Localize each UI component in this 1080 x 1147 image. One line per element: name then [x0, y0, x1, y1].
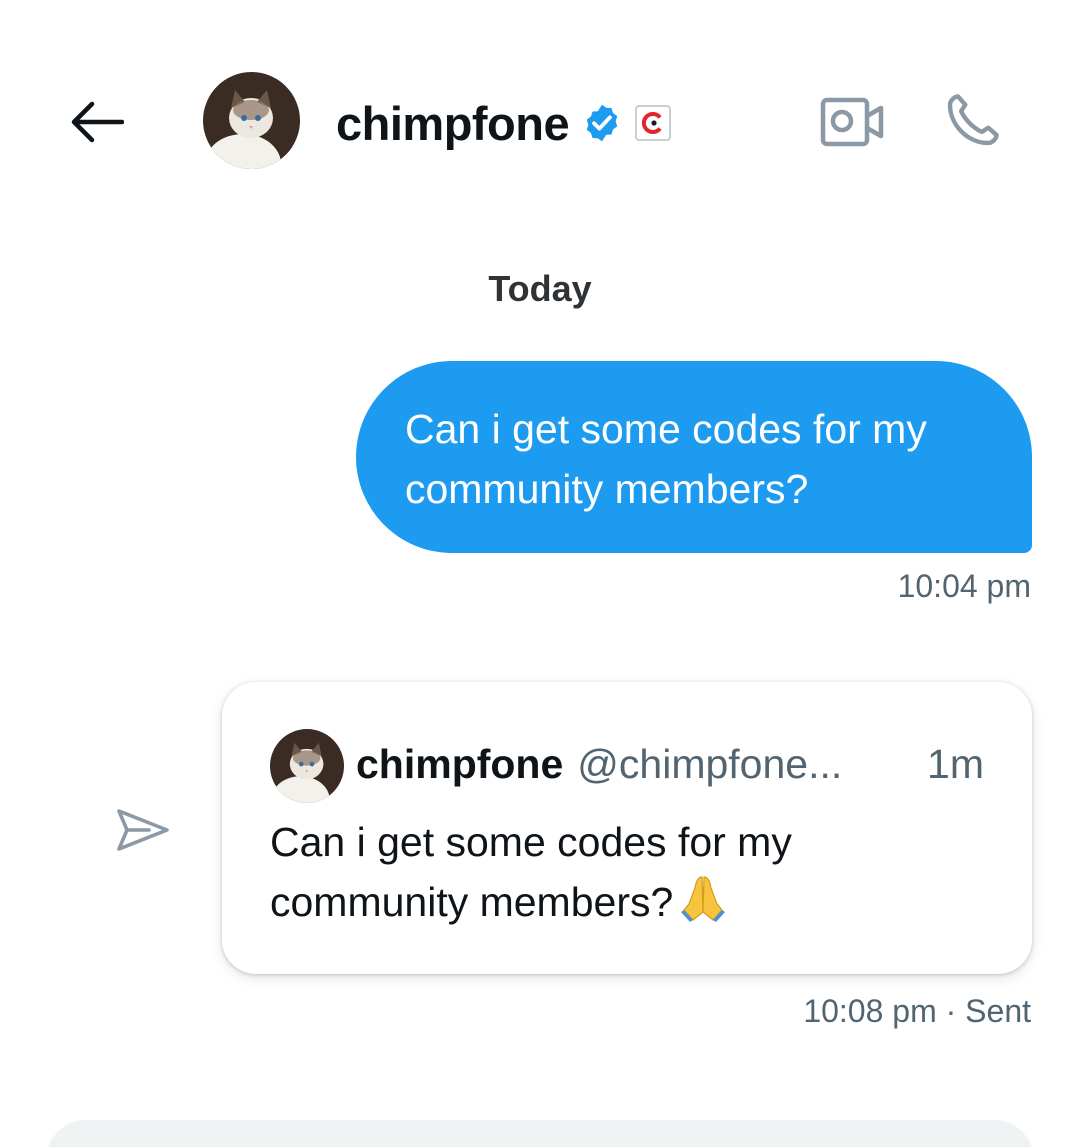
back-button[interactable] [62, 92, 130, 152]
post-author-name[interactable]: chimpfone [356, 741, 563, 788]
message-text: Can i get some codes for my community me… [405, 406, 927, 512]
cat-avatar-image [270, 729, 344, 803]
back-arrow-icon [71, 101, 124, 143]
message-timestamp: 10:04 pm [897, 568, 1031, 604]
share-button[interactable] [112, 800, 174, 860]
phone-call-icon [947, 94, 999, 146]
message-status: 10:08 pm · Sent [803, 993, 1031, 1029]
header-name: chimpfone [336, 96, 570, 150]
outgoing-message-bubble[interactable]: Can i get some codes for my community me… [356, 361, 1032, 553]
affiliate-badge-icon [635, 105, 672, 141]
post-text-container: Can i get some codes for my community me… [270, 812, 992, 938]
cat-avatar-image [203, 72, 300, 169]
header-title[interactable]: chimpfone [336, 90, 672, 156]
verified-badge-icon [581, 102, 623, 144]
post-author-handle[interactable]: @chimpfone... [577, 741, 842, 788]
date-separator: Today [488, 268, 592, 309]
post-header: chimpfone @chimpfone... 1m [356, 734, 984, 794]
folded-hands-icon [681, 874, 726, 938]
send-icon [117, 809, 169, 851]
post-author-avatar[interactable] [270, 729, 344, 803]
dm-conversation-screen: chimpfone Today Can i get some codes for… [0, 0, 1080, 1147]
post-age: 1m [927, 740, 984, 787]
message-composer[interactable] [46, 1120, 1034, 1147]
video-call-button[interactable] [818, 92, 886, 152]
shared-post-card[interactable]: chimpfone @chimpfone... 1m Can i get som… [222, 682, 1032, 974]
phone-call-button[interactable] [938, 88, 1006, 154]
video-call-icon [820, 97, 884, 147]
avatar[interactable] [203, 72, 300, 169]
